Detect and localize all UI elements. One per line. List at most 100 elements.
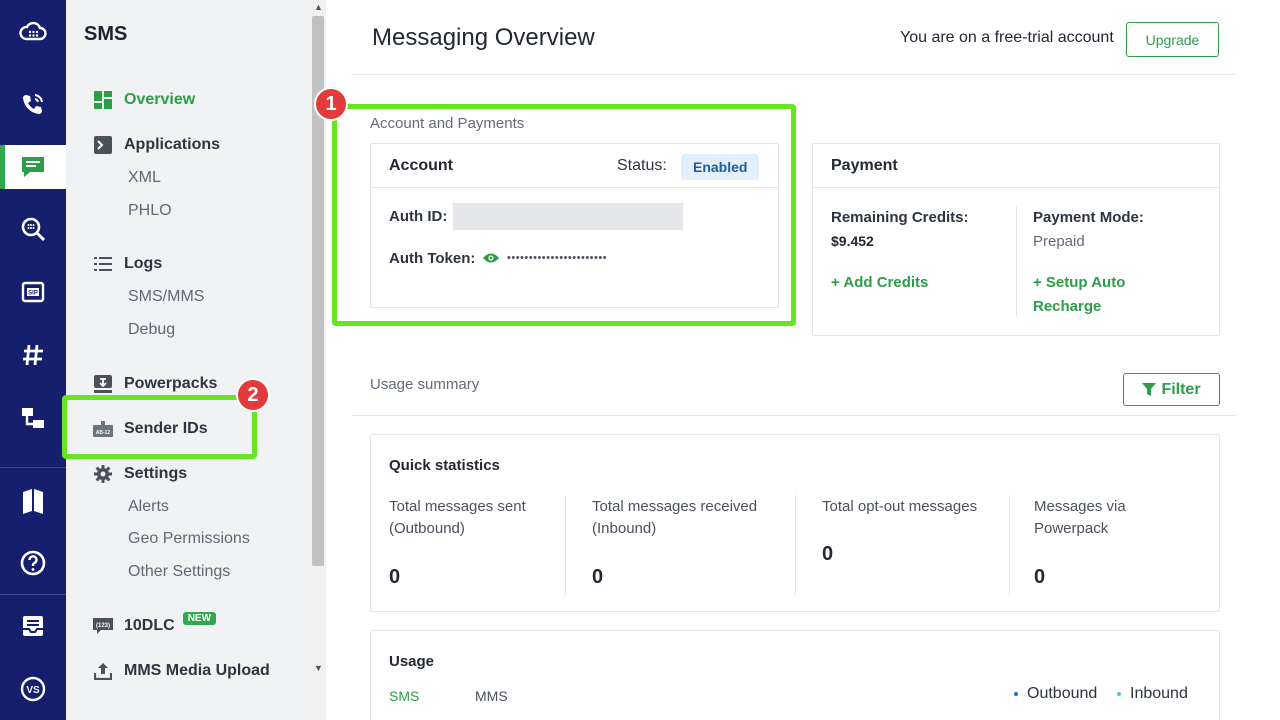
svg-text:(123): (123): [96, 623, 110, 629]
sms-chat-icon[interactable]: [0, 145, 66, 189]
payment-mode-value: Prepaid: [1033, 233, 1085, 250]
stat-label-line: Total messages sent: [389, 498, 526, 515]
powerpack-icon: [92, 373, 114, 395]
setup-auto-recharge-link-line2[interactable]: Recharge: [1033, 298, 1101, 315]
tab-sms[interactable]: SMS: [389, 688, 419, 704]
stat-label-line: Total opt-out messages: [822, 498, 978, 515]
sidebar-subitem-sms-mms[interactable]: SMS/MMS: [128, 288, 204, 306]
payment-card-title: Payment: [831, 156, 898, 174]
header-divider: [352, 74, 1236, 75]
sidebar-item-10dlc[interactable]: (123) 10DLC NEW: [92, 611, 217, 639]
stat-label-line: (Inbound): [592, 520, 657, 537]
phlo-flow-icon[interactable]: [0, 396, 66, 440]
stat-inbound-label: Total messages received (Inbound): [592, 496, 757, 540]
sidebar-item-label: Overview: [124, 91, 196, 108]
filter-button-label: Filter: [1161, 380, 1201, 398]
payment-mode-label: Payment Mode:: [1033, 209, 1144, 226]
sms-sidebar: SMS Overview Applications XML PHLO Logs …: [66, 0, 311, 720]
rail-divider: [0, 467, 66, 468]
setup-auto-recharge-link[interactable]: + Setup Auto: [1033, 274, 1125, 291]
sidebar-item-label: MMS Media Upload: [124, 662, 270, 679]
quick-statistics-card: Quick statistics Total messages sent (Ou…: [370, 434, 1220, 612]
usage-divider: [352, 415, 1236, 416]
terminal-icon: [92, 134, 114, 156]
legend-outbound-label: Outbound: [1027, 685, 1098, 702]
stat-divider: [565, 495, 566, 595]
sidebar-item-logs[interactable]: Logs: [92, 251, 162, 277]
stat-divider: [795, 495, 796, 595]
sip-trunk-icon[interactable]: SIP: [0, 270, 66, 314]
sidebar-item-applications[interactable]: Applications: [92, 132, 220, 158]
icon-rail: SIP VS: [0, 0, 66, 720]
usage-title: Usage: [389, 653, 435, 670]
number-lookup-icon[interactable]: [0, 207, 66, 251]
stat-outbound-label: Total messages sent (Outbound): [389, 496, 526, 540]
new-badge: NEW: [182, 611, 217, 625]
usage-summary-label: Usage summary: [370, 376, 480, 393]
highlight-sender-ids: [62, 395, 257, 459]
sidebar-subitem-phlo[interactable]: PHLO: [128, 202, 172, 220]
svg-text:SIP: SIP: [28, 291, 38, 297]
upload-icon: [92, 660, 114, 682]
legend-inbound-label: Inbound: [1130, 685, 1188, 702]
stat-divider: [1009, 495, 1010, 595]
highlight-account-payments: [332, 104, 796, 326]
step-badge-2: 2: [236, 378, 270, 412]
inbound-dot-icon: [1117, 692, 1121, 696]
gear-icon: [92, 463, 114, 485]
filter-button[interactable]: Filter: [1123, 373, 1220, 406]
stat-label-line: Messages via: [1034, 498, 1126, 515]
sidebar-item-label: 10DLC: [124, 617, 175, 634]
stat-label-line: Total messages received: [592, 498, 758, 515]
sidebar-subitem-debug[interactable]: Debug: [128, 321, 175, 339]
sidebar-subitem-geo-permissions[interactable]: Geo Permissions: [128, 530, 250, 548]
stat-opt-out-label: Total opt-out messages: [822, 496, 977, 518]
scroll-down-arrow-icon[interactable]: ▼: [311, 661, 326, 675]
stat-powerpack-value: 0: [1034, 566, 1046, 588]
quick-statistics-title: Quick statistics: [389, 457, 500, 474]
payment-card-header: Payment: [813, 144, 1219, 188]
inbox-icon[interactable]: [0, 604, 66, 648]
page-title: Messaging Overview: [372, 24, 595, 51]
sidebar-item-label: Logs: [124, 255, 163, 272]
sidebar-item-label: Settings: [124, 465, 188, 482]
docs-book-icon[interactable]: [0, 478, 66, 522]
stat-opt-out-value: 0: [822, 543, 834, 565]
help-icon[interactable]: [0, 541, 66, 585]
sidebar-item-overview[interactable]: Overview: [92, 87, 195, 113]
scroll-up-arrow-icon[interactable]: ▲: [311, 0, 326, 14]
upgrade-button[interactable]: Upgrade: [1126, 22, 1219, 57]
payment-card: Payment Remaining Credits: $9.452 + Add …: [812, 143, 1220, 336]
remaining-credits-label: Remaining Credits:: [831, 209, 969, 226]
remaining-credits-value: $9.452: [831, 233, 874, 249]
add-credits-link[interactable]: + Add Credits: [831, 274, 928, 291]
cloud-grid-icon[interactable]: [0, 10, 66, 54]
svg-text:VS: VS: [26, 685, 40, 696]
rail-divider: [0, 594, 66, 595]
payment-divider: [1016, 206, 1017, 316]
stat-label-line: Powerpack: [1034, 520, 1109, 537]
sidebar-item-settings[interactable]: Settings: [92, 461, 187, 487]
step-badge-1: 1: [314, 87, 348, 121]
hashtag-icon[interactable]: [0, 333, 66, 377]
usage-card: Usage SMS MMS Outbound Inbound: [370, 630, 1220, 720]
stat-outbound-value: 0: [389, 566, 401, 588]
stat-inbound-value: 0: [592, 566, 604, 588]
tab-mms[interactable]: MMS: [475, 688, 508, 704]
dashboard-icon: [92, 89, 114, 111]
sidebar-subitem-other-settings[interactable]: Other Settings: [128, 563, 230, 581]
sidebar-subitem-xml[interactable]: XML: [128, 169, 161, 187]
legend-inbound: Inbound: [1117, 685, 1188, 703]
voice-call-icon[interactable]: [0, 82, 66, 126]
sidebar-item-label: Applications: [124, 136, 221, 153]
trial-notice: You are on a free-trial account: [900, 29, 1114, 46]
10dlc-icon: (123): [92, 615, 114, 637]
filter-funnel-icon: [1142, 382, 1157, 396]
stat-label-line: (Outbound): [389, 520, 465, 537]
sidebar-subitem-alerts[interactable]: Alerts: [128, 498, 169, 516]
outbound-dot-icon: [1014, 692, 1018, 696]
account-avatar-icon[interactable]: VS: [0, 667, 66, 711]
sidebar-item-mms-media-upload[interactable]: MMS Media Upload: [92, 658, 270, 684]
sidebar-item-powerpacks[interactable]: Powerpacks: [92, 371, 217, 397]
list-icon: [92, 253, 114, 275]
